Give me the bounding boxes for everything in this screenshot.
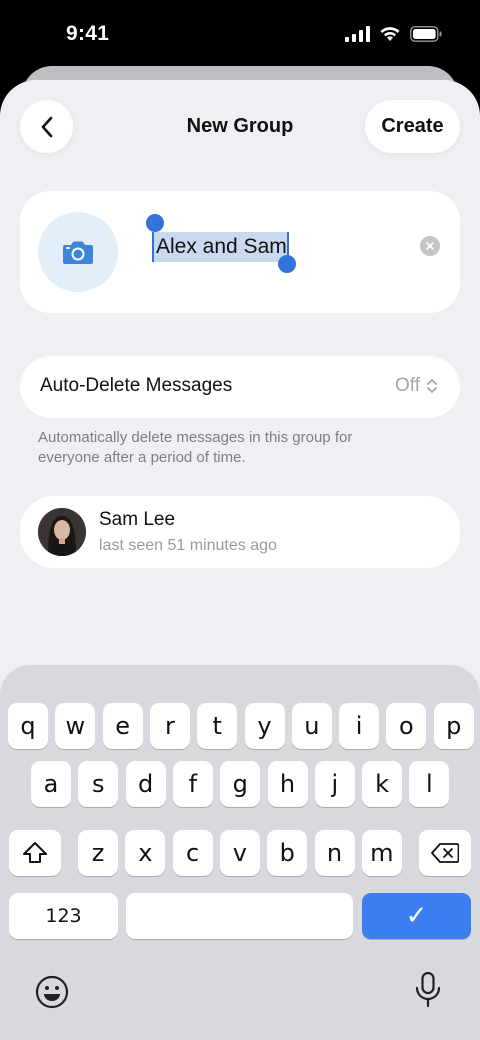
create-button[interactable]: Create [365,100,460,153]
key-k[interactable]: k [362,761,403,807]
key-j[interactable]: j [314,761,355,807]
auto-delete-value[interactable]: Off [395,375,438,397]
key-x[interactable]: x [125,830,166,876]
group-name-card: Alex and Sam [20,191,460,313]
wifi-icon [380,27,400,41]
clear-icon [426,242,434,250]
status-time: 9:41 [66,22,110,45]
backspace-icon [431,843,459,863]
status-icons [345,26,442,42]
member-row[interactable]: Sam Lee last seen 51 minutes ago [20,496,460,568]
key-c[interactable]: c [172,830,213,876]
key-w[interactable]: w [55,703,96,749]
key-s[interactable]: s [78,761,119,807]
key-q[interactable]: q [8,703,48,749]
selection-handle-start[interactable] [146,214,164,232]
microphone-icon[interactable] [414,971,442,1009]
key-r[interactable]: r [149,703,190,749]
signal-icon [345,26,370,42]
key-a[interactable]: a [31,761,71,807]
clear-name-button[interactable] [420,236,440,256]
key-h[interactable]: h [267,761,308,807]
shift-icon [23,842,47,863]
keyboard: 123 ✓ qwertyuiop asdfghjkl zxcvbnm [0,665,480,1040]
key-b[interactable]: b [267,830,308,876]
battery-icon [410,26,442,42]
chevron-up-down-icon [427,379,437,393]
status-bar: 9:41 [0,0,480,72]
set-photo-button[interactable] [38,212,118,292]
group-name-text: Alex and Sam [156,235,287,258]
space-key[interactable] [126,893,353,939]
camera-icon [63,241,93,264]
key-g[interactable]: g [220,761,261,807]
done-key[interactable]: ✓ [362,893,471,939]
key-t[interactable]: t [197,703,238,749]
key-f[interactable]: f [172,761,213,807]
key-i[interactable]: i [339,703,380,749]
shift-key[interactable] [9,830,61,876]
auto-delete-row[interactable]: Auto-Delete Messages Off [20,356,460,418]
group-name-input[interactable]: Alex and Sam [146,214,296,273]
emoji-icon[interactable] [35,975,69,1009]
key-z[interactable]: z [78,830,118,876]
key-o[interactable]: o [386,703,427,749]
member-last-seen: last seen 51 minutes ago [99,537,277,554]
key-u[interactable]: u [291,703,332,749]
key-l[interactable]: l [409,761,450,807]
key-y[interactable]: y [244,703,285,749]
numbers-key[interactable]: 123 [9,893,118,939]
key-v[interactable]: v [219,830,260,876]
auto-delete-label: Auto-Delete Messages [40,375,233,396]
backspace-key[interactable] [419,830,471,876]
member-name: Sam Lee [99,509,176,530]
auto-delete-value-text: Off [395,375,420,396]
key-e[interactable]: e [102,703,143,749]
key-m[interactable]: m [361,830,402,876]
key-n[interactable]: n [314,830,355,876]
avatar [38,508,86,556]
key-p[interactable]: p [433,703,474,749]
key-d[interactable]: d [125,761,166,807]
auto-delete-description: Automatically delete messages in this gr… [38,429,353,466]
